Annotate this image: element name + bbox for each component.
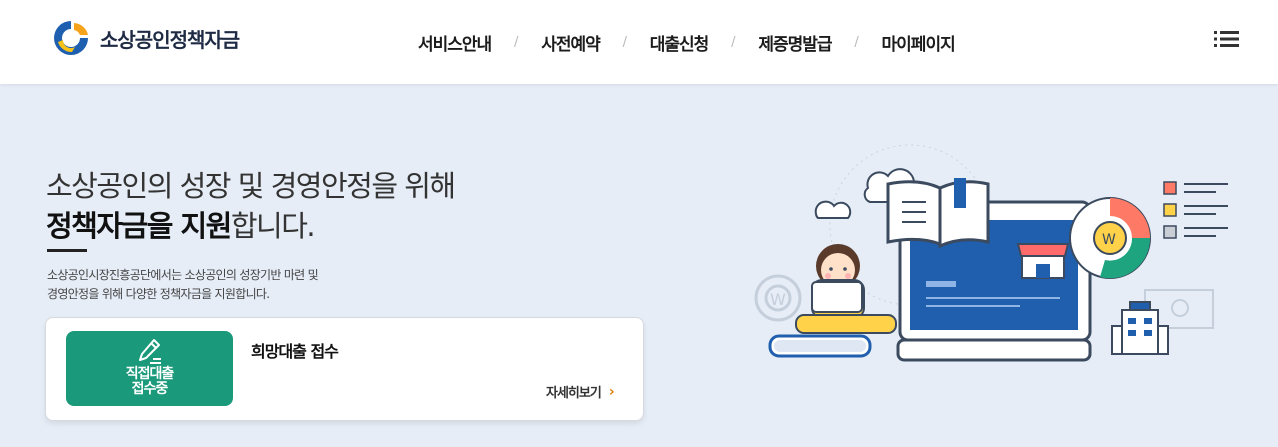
person-icon [811, 244, 865, 319]
logo-icon [54, 21, 88, 55]
nav-item-pre-reservation[interactable]: 사전예약 [541, 30, 601, 55]
hero-title-suffix: 합니다. [230, 209, 316, 243]
logo-text: 소상공인정책자금 [100, 27, 240, 52]
banknote-circle [1171, 299, 1189, 317]
laptop-base [896, 338, 1092, 362]
chevron-right-icon: › [608, 383, 615, 400]
nav-item-loan-application[interactable]: 대출신청 [650, 30, 710, 55]
main-nav: 서비스안내 / 사전예약 / 대출신청 / 제증명발급 / 마이페이지 [418, 29, 956, 55]
open-book-icon [886, 178, 990, 249]
hero-illustration: W W [754, 144, 1228, 362]
view-details-link[interactable]: 자세히보기 › [546, 382, 615, 402]
site-logo[interactable]: 소상공인정책자금 [50, 18, 240, 58]
books-icon [768, 314, 897, 358]
chart-legend-icon [1163, 181, 1228, 239]
hero-title-emphasis: 정책자금을 지원 [46, 209, 232, 243]
store-icon [1016, 243, 1070, 279]
loan-card: 직접대출 접수중 희망대출 접수 자세히보기 › [45, 317, 644, 421]
building-icon [1111, 301, 1169, 355]
direct-loan-badge[interactable]: 직접대출 접수중 [66, 331, 233, 406]
nav-item-certificate-issue[interactable]: 제증명발급 [758, 30, 832, 55]
nav-separator: / [731, 34, 736, 50]
hero-description-line2: 경영안정을 위해 다양한 정책자금을 지원합니다. [47, 287, 270, 301]
hero-divider [47, 249, 87, 252]
site-header: 소상공인정책자금 서비스안내 / 사전예약 / 대출신청 / 제증명발급 / 마… [0, 0, 1278, 84]
hero-title-line1: 소상공인의 성장 및 경영안정을 위해 [46, 169, 456, 203]
screen-block [926, 281, 956, 287]
nav-item-service-info[interactable]: 서비스안내 [418, 30, 492, 55]
donut-chart-icon: W [1069, 197, 1151, 279]
view-details-label: 자세히보기 [546, 386, 602, 401]
badge-label: 직접대출 접수중 [125, 366, 175, 397]
hamburger-menu-icon [1214, 31, 1239, 47]
hero-description-line1: 소상공인시장진흥공단에서는 소상공인의 성장기반 마련 및 [47, 268, 319, 282]
nav-separator: / [622, 34, 627, 50]
pencil-icon [139, 339, 161, 364]
card-title: 희망대출 접수 [251, 342, 339, 361]
nav-item-my-page[interactable]: 마이페이지 [882, 30, 956, 55]
nav-separator: / [854, 34, 859, 50]
hero-title-line2: 정책자금을 지원합니다. [46, 206, 455, 246]
nav-separator: / [514, 34, 519, 50]
menu-button[interactable] [1214, 28, 1242, 52]
svg-text:W: W [1102, 232, 1116, 248]
hero-title: 소상공인의 성장 및 경영안정을 위해 정책자금을 지원합니다. [46, 166, 456, 246]
won-symbol: W [770, 290, 786, 309]
hero-description: 소상공인시장진흥공단에서는 소상공인의 성장기반 마련 및 경영안정을 위해 다… [47, 266, 319, 304]
